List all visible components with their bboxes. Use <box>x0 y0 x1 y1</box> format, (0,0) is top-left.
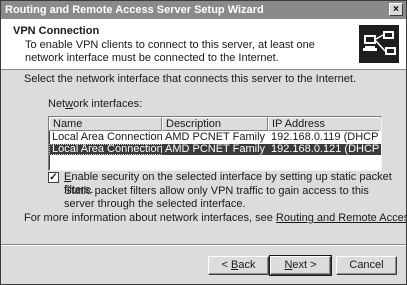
column-header-description[interactable]: Description <box>162 117 268 131</box>
row-description: AMD PCNET Family PCI... <box>165 132 268 143</box>
row-ip-address: 192.168.0.119 (DHCP) <box>271 132 379 143</box>
page-description: To enable VPN clients to connect to this… <box>25 39 315 64</box>
divider <box>1 244 406 246</box>
row-name: Local Area Connection 2 <box>49 144 162 155</box>
network-interfaces-list[interactable]: Name Description IP Address Local Area C… <box>48 116 382 171</box>
instruction-text: Select the network interface that connec… <box>24 73 357 85</box>
page-title: VPN Connection <box>13 25 100 37</box>
table-row[interactable]: Local Area Connection AMD PCNET Family P… <box>49 132 381 143</box>
network-connection-icon <box>359 25 399 63</box>
row-description: AMD PCNET Family PCI... <box>165 144 268 155</box>
window-title: Routing and Remote Access Server Setup W… <box>5 4 264 16</box>
close-icon[interactable]: × <box>389 3 403 16</box>
help-text: For more information about network inter… <box>24 212 406 225</box>
wizard-header: VPN Connection To enable VPN clients to … <box>1 19 406 70</box>
row-name: Local Area Connection <box>52 132 162 143</box>
enable-security-checkbox[interactable]: ✓ <box>48 172 59 183</box>
back-button[interactable]: < Back <box>208 256 269 275</box>
next-button[interactable]: Next > <box>269 255 332 276</box>
column-header-name[interactable]: Name <box>49 117 162 131</box>
network-interfaces-label: Network interfaces: <box>48 98 143 110</box>
cancel-button[interactable]: Cancel <box>336 256 397 275</box>
title-bar[interactable]: Routing and Remote Access Server Setup W… <box>1 1 406 19</box>
list-header: Name Description IP Address <box>49 117 381 131</box>
static-filters-note: Static packet filters allow only VPN tra… <box>64 185 369 210</box>
table-row-selected[interactable]: Local Area Connection 2 AMD PCNET Family… <box>49 144 381 155</box>
wizard-window: Routing and Remote Access Server Setup W… <box>0 0 407 285</box>
column-header-ip-address[interactable]: IP Address <box>268 117 379 131</box>
row-ip-address: 192.168.0.121 (DHCP) <box>271 144 379 155</box>
help-link[interactable]: Routing and Remote Access Help <box>276 212 406 224</box>
